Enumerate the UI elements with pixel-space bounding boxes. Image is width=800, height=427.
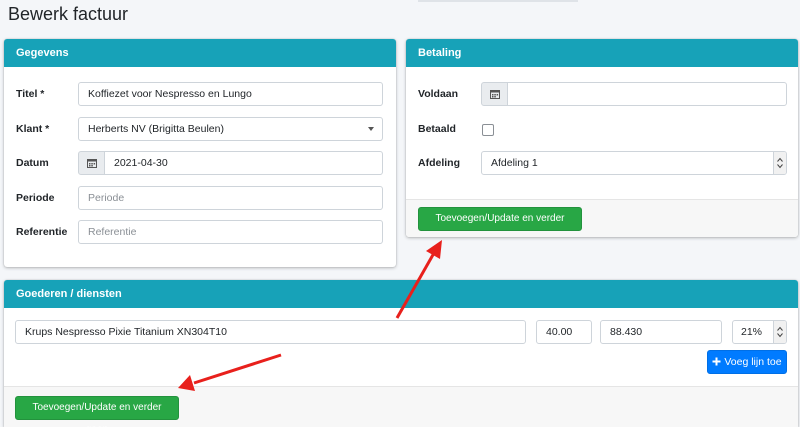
afdeling-label: Afdeling	[418, 157, 460, 169]
afdeling-spinner	[773, 152, 786, 174]
titel-label: Titel *	[16, 88, 45, 100]
line-vat-select[interactable]: 21%	[732, 320, 787, 344]
klant-value: Herberts NV (Brigitta Beulen)	[88, 123, 224, 135]
referentie-input[interactable]: Referentie	[78, 220, 383, 244]
line-price-input[interactable]: 88.430	[600, 320, 722, 344]
betaling-submit-button[interactable]: Toevoegen/Update en verder gaan	[418, 207, 582, 237]
voldaan-label: Voldaan	[418, 88, 459, 100]
betaald-checkbox[interactable]	[482, 124, 494, 136]
add-line-label: Voeg lijn toe	[724, 356, 782, 368]
add-line-button[interactable]: Voeg lijn toe	[707, 350, 787, 374]
vat-spinner	[773, 321, 786, 343]
voldaan-calendar-button[interactable]	[481, 82, 508, 106]
klant-label: Klant *	[16, 123, 50, 135]
betaling-footer: Toevoegen/Update en verder gaan	[406, 199, 798, 237]
betaald-label: Betaald	[418, 123, 456, 135]
afdeling-value: Afdeling 1	[491, 157, 538, 169]
plus-icon	[712, 357, 721, 366]
chevron-updown-icon	[777, 326, 783, 338]
datum-input[interactable]: 2021-04-30	[104, 151, 383, 175]
datum-calendar-button[interactable]	[78, 151, 105, 175]
calendar-icon	[86, 159, 97, 168]
titel-input[interactable]: Koffiezet voor Nespresso en Lungo	[78, 82, 383, 106]
goederen-header: Goederen / diensten	[4, 280, 798, 308]
line-vat-value: 21%	[741, 326, 763, 338]
top-scroll-strip	[418, 0, 578, 2]
gegevens-header: Gegevens	[4, 39, 396, 67]
chevron-down-icon	[368, 127, 374, 131]
goederen-submit-button[interactable]: Toevoegen/Update en verder gaan	[15, 396, 179, 427]
periode-label: Periode	[16, 192, 55, 204]
goederen-footer: Toevoegen/Update en verder gaan	[4, 386, 798, 427]
chevron-updown-icon	[777, 157, 783, 169]
gegevens-card: Gegevens Titel * Koffiezet voor Nespress…	[4, 39, 396, 267]
afdeling-select[interactable]: Afdeling 1	[481, 151, 787, 175]
calendar-icon	[489, 90, 500, 99]
datum-label: Datum	[16, 157, 49, 169]
page-title: Bewerk factuur	[8, 4, 129, 24]
periode-input[interactable]: Periode	[78, 186, 383, 210]
goederen-card: Goederen / diensten Krups Nespresso Pixi…	[4, 280, 798, 427]
referentie-label: Referentie	[16, 226, 68, 238]
klant-select[interactable]: Herberts NV (Brigitta Beulen)	[78, 117, 383, 141]
betaling-card: Betaling Voldaan Betaald Afdeling Afdeli…	[406, 39, 798, 237]
betaling-header: Betaling	[406, 39, 798, 67]
line-quantity-input[interactable]: 40.00	[536, 320, 592, 344]
line-description-input[interactable]: Krups Nespresso Pixie Titanium XN304T10	[15, 320, 526, 344]
voldaan-input[interactable]	[507, 82, 787, 106]
